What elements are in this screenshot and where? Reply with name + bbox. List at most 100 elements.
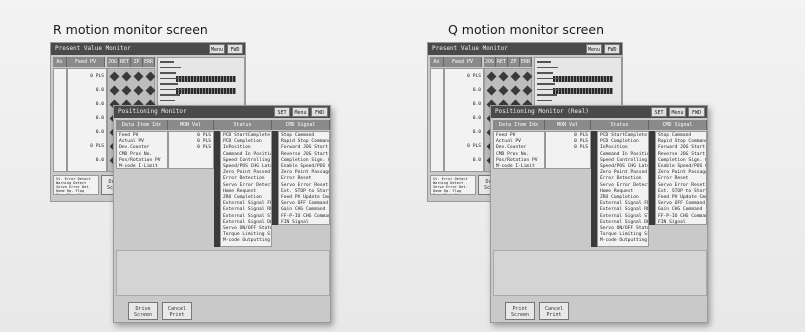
status-lamp [486,85,497,96]
print-screen-button[interactable]: Print Screen [505,302,535,320]
feed-pv-value: 0.0 [472,88,481,93]
command-signal-item[interactable]: Servo Error Reset [658,183,705,189]
command-signal-item[interactable]: Reverse JOG Start [658,152,705,158]
info-text-line [537,66,558,68]
fwd-button[interactable]: FWD [227,44,243,54]
column-header: Feed PV [444,57,482,67]
caption-r-motion: R motion monitor screen [53,22,208,37]
status-item: External Signal RLS [600,207,649,213]
drive-screen-button[interactable]: Drive Screen [128,302,158,320]
column-header: JOG [484,57,496,67]
status-lamp [133,85,144,96]
status-line: Zero Pass Ok [433,193,459,195]
info-text-line [537,99,552,101]
feed-pv-value: 0 PLS [467,74,481,79]
column-header: Data Item Idx [116,120,168,130]
info-text-line [160,61,174,63]
data-item-list: Feed PV Actual PV Dev.Counter CMD Pros No. P… [493,131,545,169]
status-text-box: St. Error Detect Warning Detect Servo Erro… [430,175,476,195]
status-item: Command In Position [600,151,649,157]
status-item: External Signal STOP [600,213,648,219]
status-lamp [121,71,132,82]
status-item: Servo Error Detect. [600,182,649,188]
status-item: External Signal RLS [223,207,272,213]
status-lamp [498,71,509,82]
data-item: M-code I-Limit [496,164,535,169]
info-text-line [160,88,185,90]
info-text-line [537,88,562,90]
feed-pv-value: 0.0 [95,102,104,107]
empty-display-area [493,250,707,296]
status-lamp [498,85,509,96]
fwd-button[interactable]: FWD [688,107,705,117]
column-header: CMD Signal [649,120,707,130]
status-lamp [109,71,120,82]
status-lamp [145,85,156,96]
command-signal-list: Stop Command Rapid Stop Command Forward JO… [278,131,330,225]
info-text-line [160,77,183,79]
command-signal-item[interactable]: Forward JOG Start [281,145,328,151]
status-list: PCD StartComplete PCD Completion InPositio… [220,131,272,247]
column-header: Ax [53,57,67,67]
status-item: Servo Error Detect. [223,182,272,188]
column-header: Status [214,120,272,130]
empty-display-area [116,250,330,296]
status-item: M-code Outputting [223,238,271,244]
column-header: Ax [430,57,444,67]
status-item: External Signal STOP [223,213,271,219]
command-signal-item[interactable]: FF-P-IO CHG Command [658,214,706,220]
command-signal-item[interactable]: FF-P-IO CHG Command [281,214,329,220]
status-text-box: St. Error Detect Warning Detect Servo Erro… [53,175,99,195]
monitor-value-list: 0 PLS 0 PLS 0 PLS [168,131,214,169]
data-item: M-code I-Limit [119,164,158,169]
cancel-print-button[interactable]: Cancel Print [162,302,192,320]
column-header: ZP [131,57,143,67]
monitor-value: 0 PLS [574,145,588,151]
status-item: M-code Outputting [600,238,648,244]
menu-button[interactable]: Menu [209,44,225,54]
value-display-bar [553,88,613,94]
status-list: PCD StartComplete PCD Completion InPositio… [597,131,649,247]
column-header: ERR [520,57,532,67]
fwd-button[interactable]: FWD [604,44,620,54]
feed-pv-value: 0.0 [472,158,481,163]
info-text-line [537,83,555,85]
feed-pv-value: 0.0 [95,116,104,121]
feed-pv-value: 0.0 [95,88,104,93]
command-signal-item[interactable]: Servo Error Reset [281,183,328,189]
positioning-monitor-screen: Positioning Monitor SET Menu FWD Data Item I… [113,105,331,323]
command-signal-item[interactable]: FIN Signal [658,220,704,224]
command-signal-item[interactable]: Forward JOG Start [658,145,705,151]
menu-button[interactable]: Menu [586,44,602,54]
info-text-line [160,99,175,101]
info-text-line [537,94,557,96]
status-lamp [109,85,120,96]
status-lamp [522,85,533,96]
column-header: ZP [508,57,520,67]
monitor-value-list: 0 PLS 0 PLS 0 PLS [545,131,591,169]
menu-button[interactable]: Menu [669,107,686,117]
value-display-bar [176,76,236,82]
value-display-bar [553,76,613,82]
feed-pv-value: 0 PLS [467,144,481,149]
info-text-line [160,66,181,68]
command-signal-item[interactable]: Gain CHG Command [281,207,327,213]
status-lamp [121,85,132,96]
cancel-print-button[interactable]: Cancel Print [539,302,569,320]
monitor-value: 0 PLS [197,145,211,151]
status-line: Zero Pass Ok [56,193,82,195]
status-lamp [510,85,521,96]
set-button[interactable]: SET [274,107,290,117]
command-signal-item[interactable]: FIN Signal [281,220,327,224]
menu-button[interactable]: Menu [292,107,309,117]
fwd-button[interactable]: FWD [311,107,328,117]
command-signal-item[interactable]: Reverse JOG Start [281,152,328,158]
column-header: JOG [107,57,119,67]
set-button[interactable]: SET [651,107,667,117]
feed-pv-value: 0 PLS [90,144,104,149]
status-lamp [510,71,521,82]
command-signal-item[interactable]: Gain CHG Command [658,207,704,213]
info-text-line [160,72,176,74]
positioning-monitor-screen: Positioning Monitor (Real) SET Menu FWD Data… [490,105,708,323]
column-header: RET [119,57,131,67]
